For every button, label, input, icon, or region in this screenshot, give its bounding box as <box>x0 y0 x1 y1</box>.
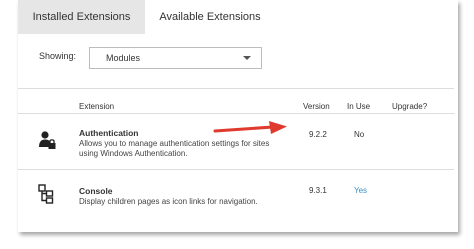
header-extension: Extension <box>79 102 115 111</box>
extension-description: Display children pages as icon links for… <box>79 197 299 207</box>
description-line: using Windows Authentication. <box>79 149 188 158</box>
torn-edge-right <box>452 0 458 232</box>
pages-tree-icon <box>38 184 54 209</box>
extension-name: Authentication <box>79 128 139 138</box>
torn-edge-bottom <box>18 226 458 232</box>
description-line: Display children pages as icon links for… <box>79 197 258 206</box>
in-use-status: No <box>354 130 365 139</box>
table-row[interactable]: Console Display children pages as icon l… <box>18 169 458 222</box>
header-version: Version <box>303 102 330 111</box>
tab-available-extensions[interactable]: Available Extensions <box>145 0 275 34</box>
extension-name: Console <box>79 186 113 196</box>
filter-row: Showing: Modules <box>18 34 458 88</box>
annotation-arrow-icon <box>213 121 287 134</box>
tab-bar: Installed Extensions Available Extension… <box>18 0 458 34</box>
user-lock-icon <box>38 130 56 155</box>
header-in-use: In Use <box>347 102 371 111</box>
extension-version: 9.3.1 <box>309 186 327 195</box>
showing-label: Showing: <box>39 51 77 61</box>
header-upgrade: Upgrade? <box>392 102 428 111</box>
in-use-status[interactable]: Yes <box>354 186 367 195</box>
extension-type-value: Modules <box>106 53 141 63</box>
extensions-panel: Installed Extensions Available Extension… <box>18 0 458 232</box>
chevron-down-icon <box>243 56 251 60</box>
extension-type-select[interactable]: Modules <box>89 47 262 69</box>
extension-version: 9.2.2 <box>309 130 327 139</box>
table-header: Extension Version In Use Upgrade? <box>18 88 458 113</box>
description-line: Allows you to manage authentication sett… <box>79 139 270 148</box>
extension-description: Allows you to manage authentication sett… <box>79 139 279 159</box>
tab-installed-extensions[interactable]: Installed Extensions <box>18 0 145 34</box>
